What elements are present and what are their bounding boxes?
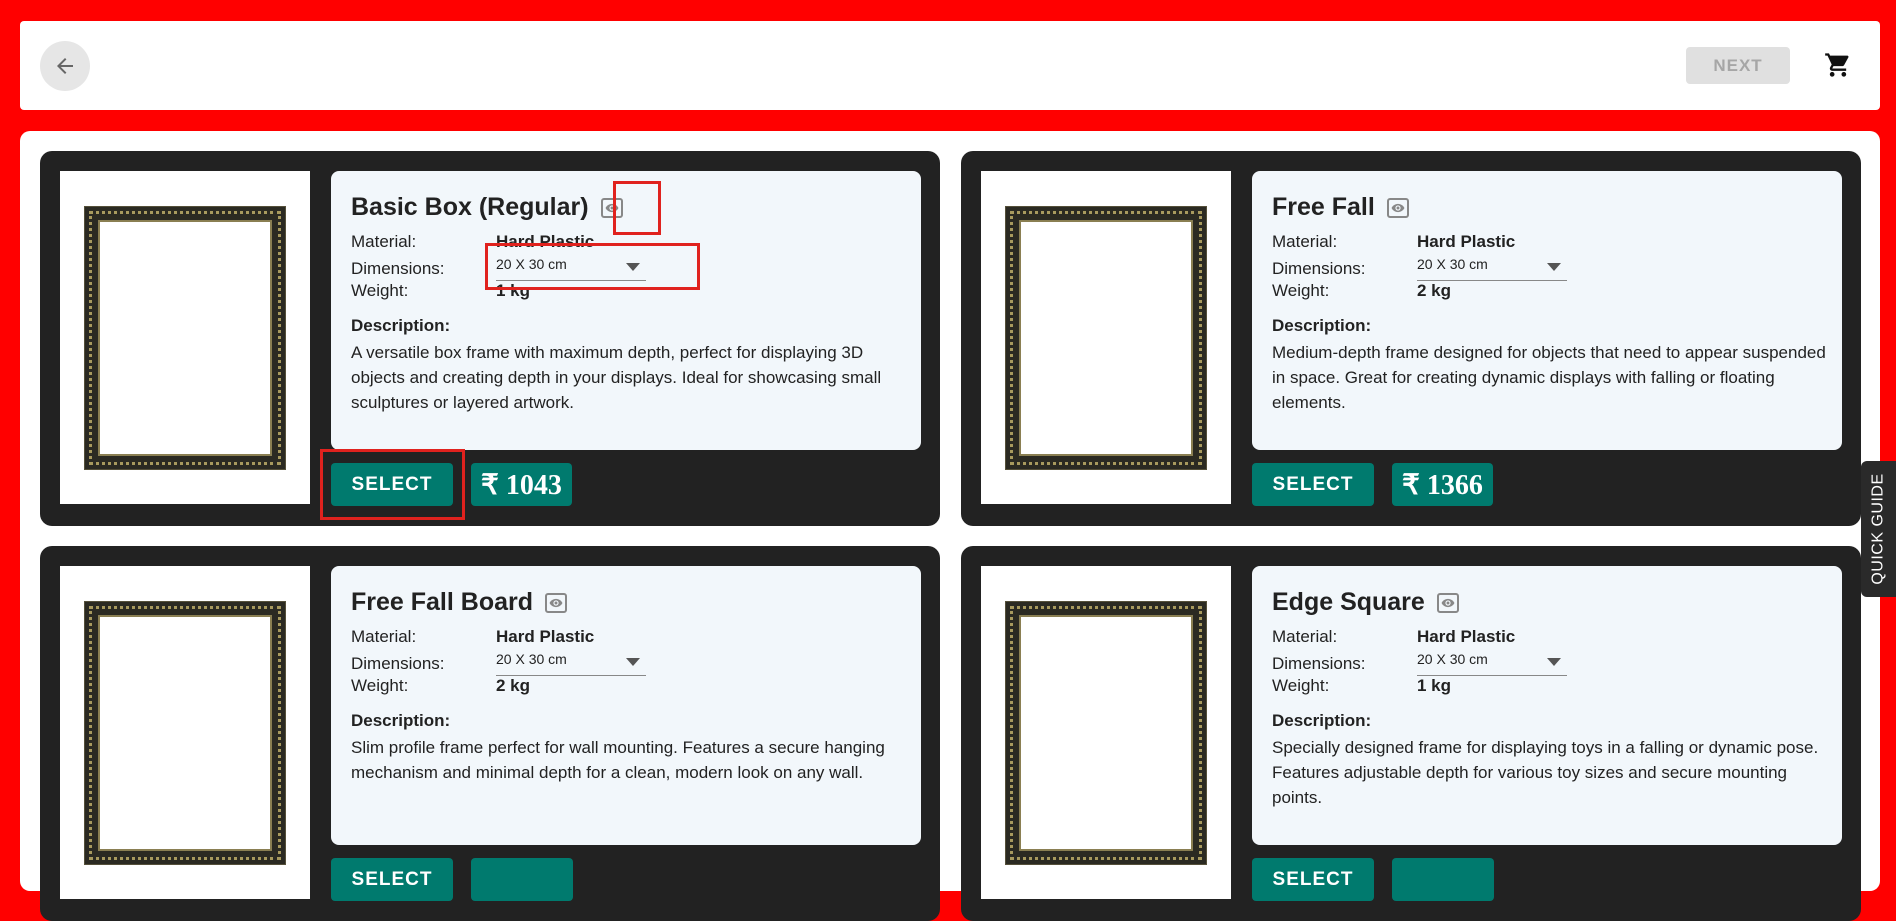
price-badge <box>1392 858 1494 901</box>
dimensions-label: Dimensions: <box>1272 258 1366 278</box>
description-text: Slim profile frame perfect for wall moun… <box>351 738 885 782</box>
product-image <box>60 171 310 504</box>
material-label: Material: <box>351 232 417 251</box>
arrow-left-icon <box>57 58 73 74</box>
frame-image <box>85 601 285 864</box>
weight-value: 1 kg <box>496 281 531 300</box>
material-value: Hard Plastic <box>1417 232 1516 251</box>
frame-image <box>1006 206 1206 469</box>
description-text: A versatile box frame with maximum depth… <box>351 343 882 412</box>
eye-icon[interactable] <box>600 197 623 218</box>
product-title: Basic Box (Regular) <box>351 193 589 221</box>
cart-button[interactable] <box>1820 47 1856 83</box>
dimensions-select[interactable]: 20 X 30 cm <box>496 256 646 281</box>
eye-icon[interactable] <box>1386 197 1409 218</box>
dimensions-select[interactable]: 20 X 30 cm <box>496 651 646 676</box>
product-title: Edge Square <box>1272 588 1425 616</box>
product-grid: Basic Box (Regular) Material: Hard Plasti… <box>20 131 1880 921</box>
description-label: Description: <box>351 316 451 335</box>
description-text: Medium-depth frame designed for objects … <box>1272 343 1826 412</box>
select-button[interactable]: SELECT <box>331 858 453 901</box>
dimensions-value: 20 X 30 cm <box>1417 256 1488 272</box>
weight-label: Weight: <box>351 676 409 695</box>
weight-value: 2 kg <box>496 676 531 695</box>
weight-label: Weight: <box>1272 281 1330 300</box>
dimensions-label: Dimensions: <box>351 653 445 673</box>
description-label: Description: <box>1272 316 1372 335</box>
dropdown-arrow-icon <box>1547 263 1561 271</box>
product-card: Free Fall Board Material: Hard Plastic Di… <box>40 546 940 921</box>
weight-value: 2 kg <box>1417 281 1452 300</box>
material-value: Hard Plastic <box>496 232 595 251</box>
material-label: Material: <box>1272 232 1338 251</box>
back-button[interactable] <box>40 41 90 91</box>
product-image <box>981 566 1231 899</box>
top-bar: NEXT <box>20 21 1880 110</box>
description-text: Specially designed frame for displaying … <box>1272 738 1819 807</box>
product-info: Free Fall Material: Hard Plastic Dimensio… <box>1252 171 1842 450</box>
select-button[interactable]: SELECT <box>1252 463 1374 506</box>
product-image <box>981 171 1231 504</box>
eye-icon[interactable] <box>1436 592 1459 613</box>
product-title: Free Fall Board <box>351 588 533 616</box>
weight-label: Weight: <box>351 281 409 300</box>
dimensions-select[interactable]: 20 X 30 cm <box>1417 256 1567 281</box>
weight-label: Weight: <box>1272 676 1330 695</box>
dimensions-value: 20 X 30 cm <box>496 256 567 272</box>
material-label: Material: <box>351 627 417 646</box>
product-card: Edge Square Material: Hard Plastic Dimens… <box>961 546 1861 921</box>
dropdown-arrow-icon <box>626 263 640 271</box>
description-label: Description: <box>1272 711 1372 730</box>
product-card: Free Fall Material: Hard Plastic Dimensio… <box>961 151 1861 526</box>
product-info: Basic Box (Regular) Material: Hard Plasti… <box>331 171 921 450</box>
dimensions-value: 20 X 30 cm <box>496 651 567 667</box>
price-badge: ₹ 1043 <box>471 463 572 506</box>
weight-value: 1 kg <box>1417 676 1452 695</box>
product-card: Basic Box (Regular) Material: Hard Plasti… <box>40 151 940 526</box>
product-image <box>60 566 310 899</box>
product-title: Free Fall <box>1272 193 1375 221</box>
shopping-cart-icon <box>1825 53 1849 77</box>
description-label: Description: <box>351 711 451 730</box>
price-badge: ₹ 1366 <box>1392 463 1493 506</box>
select-button[interactable]: SELECT <box>1252 858 1374 901</box>
dimensions-value: 20 X 30 cm <box>1417 651 1488 667</box>
frame-image <box>1006 601 1206 864</box>
dropdown-arrow-icon <box>626 658 640 666</box>
eye-icon[interactable] <box>545 592 567 613</box>
material-value: Hard Plastic <box>496 627 595 646</box>
material-label: Material: <box>1272 627 1338 646</box>
quick-guide-tab[interactable]: QUICK GUIDE <box>1861 461 1896 597</box>
select-button[interactable]: SELECT <box>331 463 453 506</box>
dimensions-select[interactable]: 20 X 30 cm <box>1417 651 1567 676</box>
material-value: Hard Plastic <box>1417 627 1516 646</box>
dimensions-label: Dimensions: <box>351 258 445 278</box>
product-info: Free Fall Board Material: Hard Plastic Di… <box>331 566 921 845</box>
dimensions-label: Dimensions: <box>1272 653 1366 673</box>
product-info: Edge Square Material: Hard Plastic Dimens… <box>1252 566 1842 845</box>
next-button[interactable]: NEXT <box>1686 47 1790 84</box>
quick-guide-label: QUICK GUIDE <box>1869 473 1887 585</box>
dropdown-arrow-icon <box>1547 658 1561 666</box>
frame-image <box>85 206 285 469</box>
price-badge <box>471 858 573 901</box>
